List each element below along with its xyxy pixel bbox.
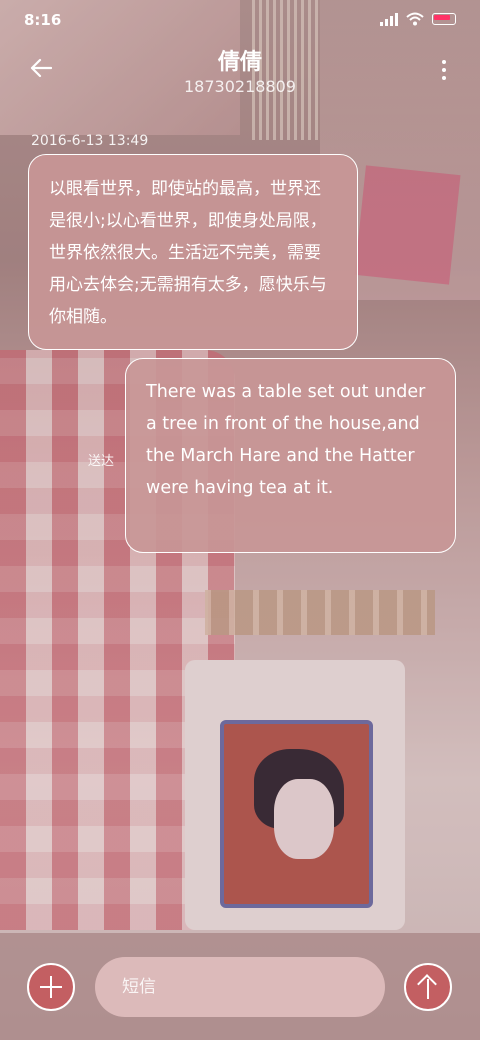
add-attachment-button[interactable] [27, 963, 75, 1011]
status-time: 8:16 [24, 11, 62, 29]
message-timestamp: 2016-6-13 13:49 [31, 133, 149, 149]
message-input-bar [0, 933, 480, 1040]
contact-name: 倩倩 [217, 50, 262, 75]
arrow-up-icon [417, 974, 439, 999]
outgoing-message-bubble[interactable]: There was a table set out under a tree i… [125, 358, 456, 553]
incoming-message-bubble[interactable]: 以眼看世界，即使站的最高，世界还是很小;以心看世界，即使身处局限，世界依然很大。… [28, 154, 358, 350]
status-bar: 8:16 [0, 0, 480, 40]
wifi-icon [406, 12, 424, 26]
contact-phone-number: 18730218809 [184, 77, 296, 96]
delivery-status: 送达 [88, 454, 115, 469]
more-options-button[interactable] [442, 60, 446, 84]
sms-input[interactable] [95, 957, 385, 1017]
plus-icon [40, 976, 62, 998]
send-button[interactable] [404, 963, 452, 1011]
signal-icon [380, 12, 398, 26]
battery-icon [432, 13, 456, 25]
more-vertical-icon [442, 60, 446, 64]
